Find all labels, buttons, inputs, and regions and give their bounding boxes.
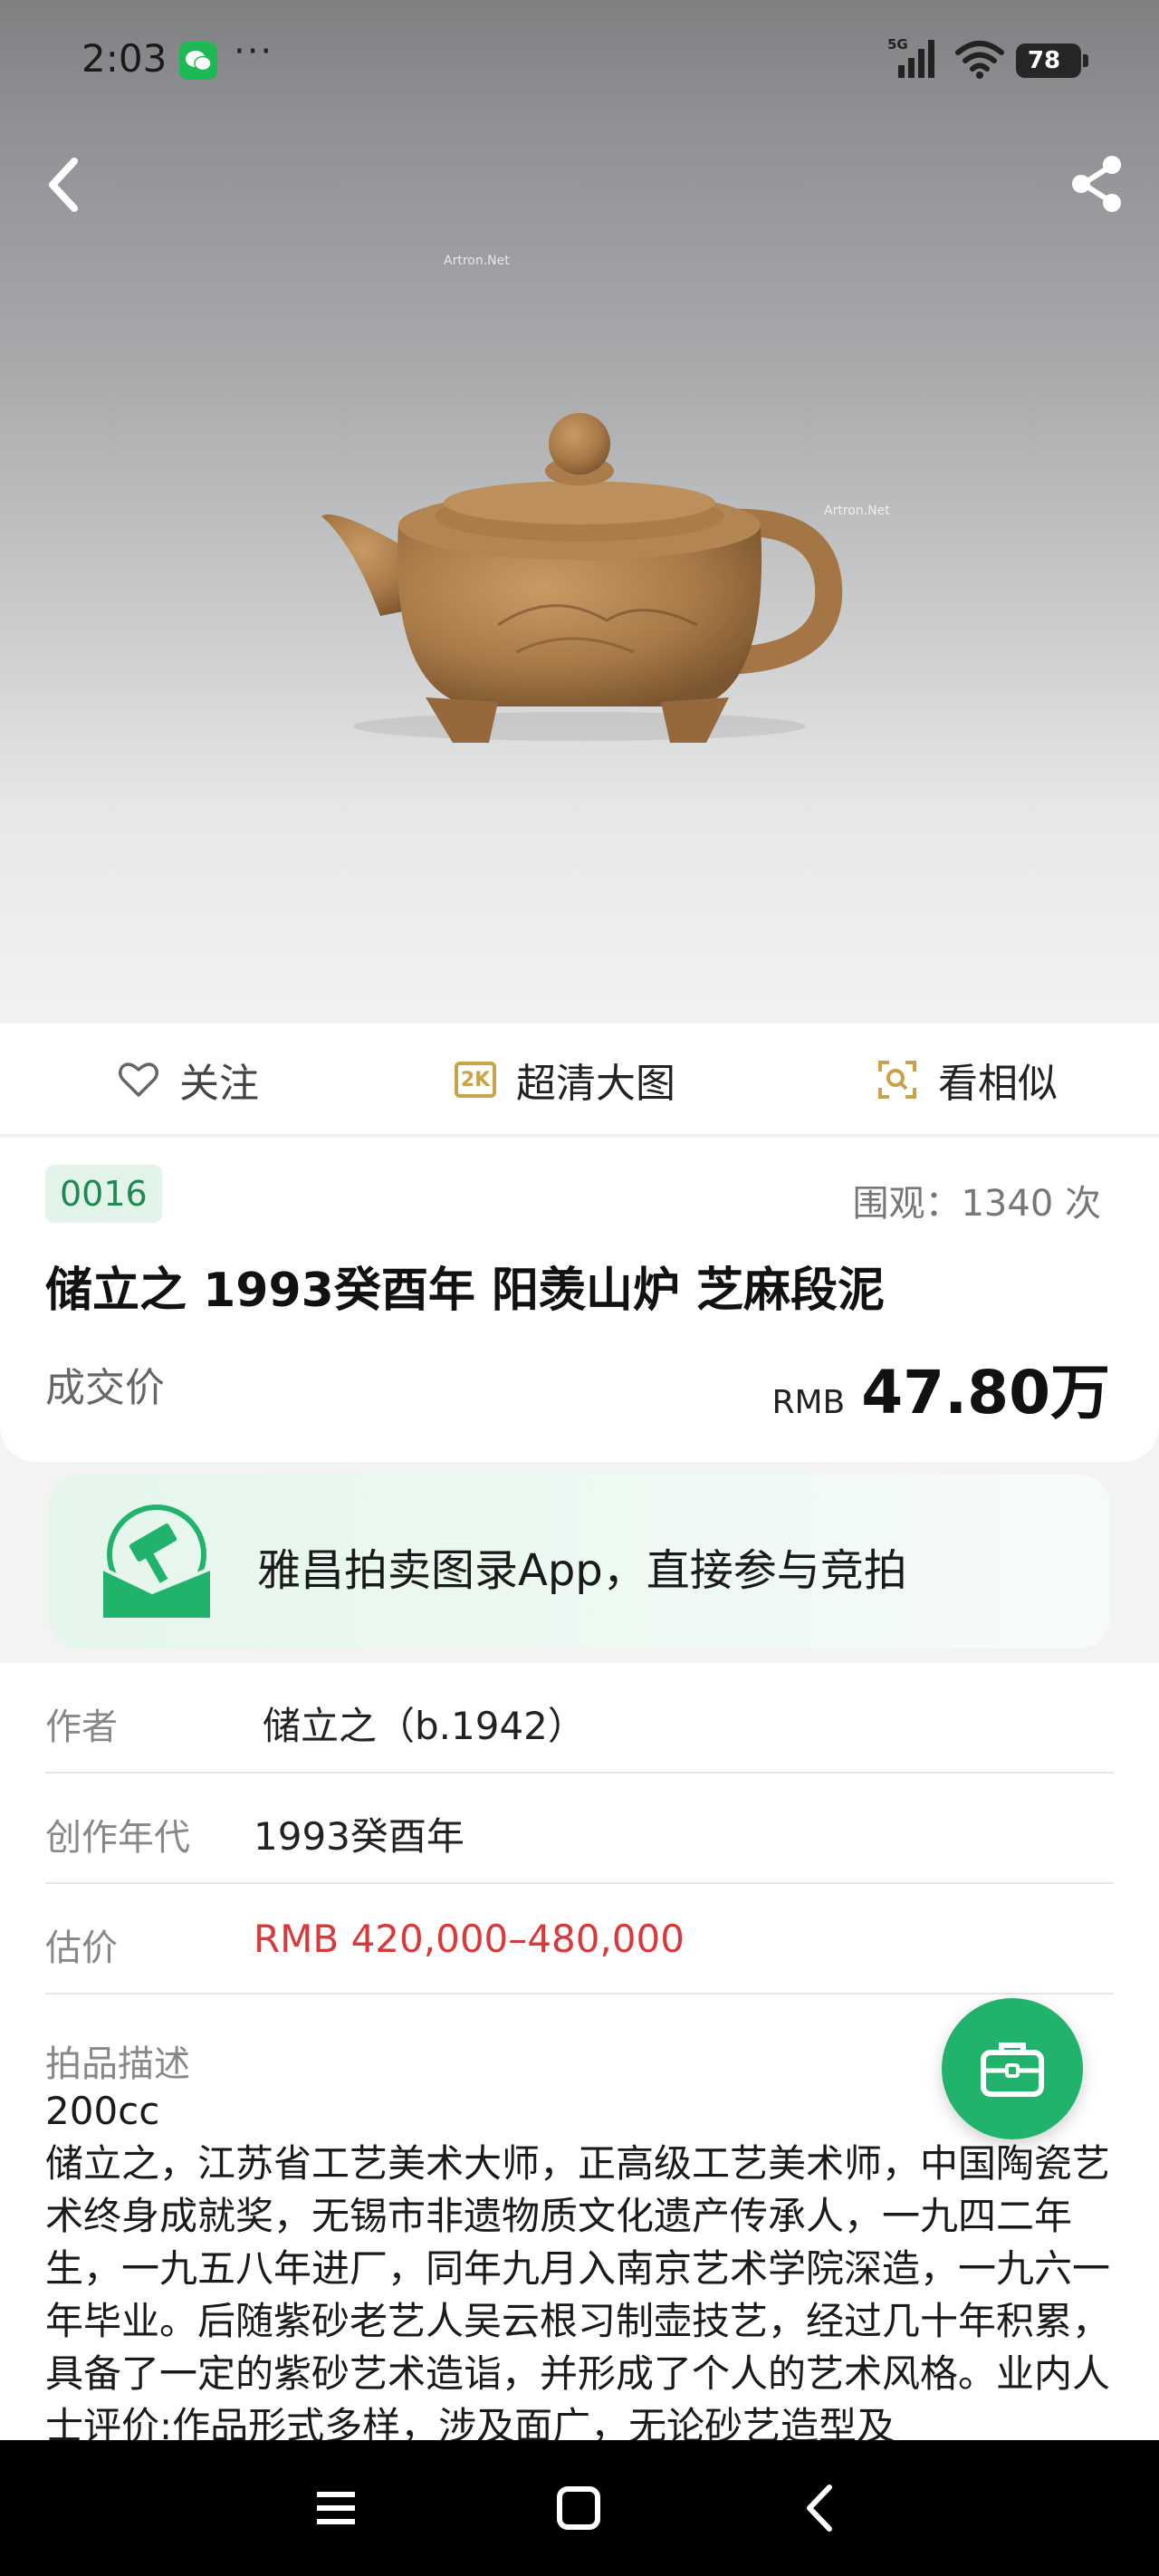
action-bar: 关注 2K 超清大图 看相似 [0, 1024, 1159, 1136]
briefcase-button[interactable] [942, 1998, 1083, 2139]
back-icon[interactable] [40, 154, 91, 216]
nav-back-icon[interactable] [790, 2476, 853, 2540]
teapot-photo [321, 413, 843, 743]
estimate-row: 估价 RMB 420,000–480,000 [45, 1884, 1114, 1994]
auction-lot-page: 2:03 ··· 5G 78 Artron.Net Artron.Net 关注 … [0, 0, 1159, 2576]
lot-info-card: 0016 围观：1340 次 储立之 1993癸酉年 阳羡山炉 芝麻段泥 成交价… [0, 1138, 1159, 1462]
year-value: 1993癸酉年 [254, 1814, 465, 1859]
lot-image[interactable]: 2:03 ··· 5G 78 Artron.Net Artron.Net [0, 0, 1159, 1024]
follow-button[interactable]: 关注 [118, 1024, 259, 1136]
deal-price-label: 成交价 [45, 1365, 165, 1411]
estimate-label: 估价 [45, 1927, 118, 1969]
year-row: 创作年代 1993癸酉年 [45, 1773, 1114, 1884]
home-icon[interactable] [547, 2476, 610, 2540]
share-icon[interactable] [1067, 154, 1126, 214]
deal-price: RMB 47.80万 [771, 1344, 1110, 1431]
author-label: 作者 [45, 1706, 118, 1748]
author-row: 作者 储立之（b.1942） [45, 1663, 1114, 1773]
description-label: 拍品描述 [45, 2043, 190, 2085]
wifi-icon [955, 41, 1004, 79]
system-nav-bar [0, 2440, 1159, 2576]
follow-label: 关注 [179, 1061, 259, 1107]
status-time: 2:03 [81, 36, 168, 81]
lot-title: 储立之 1993癸酉年 阳羡山炉 芝麻段泥 [45, 1264, 886, 1318]
year-label: 创作年代 [45, 1817, 190, 1859]
hd-image-button[interactable]: 2K 超清大图 [455, 1024, 675, 1136]
app-promo-banner[interactable]: 雅昌拍卖图录App，直接参与竞拍 [49, 1475, 1110, 1648]
status-bar: 2:03 ··· 5G 78 [0, 0, 1159, 127]
2k-icon: 2K [455, 1062, 496, 1098]
auction-logo-icon [102, 1504, 211, 1618]
wechat-icon [179, 42, 217, 80]
author-value[interactable]: 储立之（b.1942） [263, 1696, 586, 1751]
description-text: 200cc 储立之，江苏省工艺美术大师，正高级工艺美术师，中国陶瓷艺术终身成就奖… [45, 2085, 1114, 2453]
hd-image-label: 超清大图 [516, 1061, 675, 1107]
description-body: 储立之，江苏省工艺美术大师，正高级工艺美术师，中国陶瓷艺术终身成就奖，无锡市非遗… [45, 2141, 1111, 2448]
price-currency: RMB [771, 1384, 846, 1421]
view-count: 围观：1340 次 [852, 1183, 1101, 1225]
heart-icon [119, 1062, 158, 1097]
estimate-value: RMB 420,000–480,000 [254, 1917, 685, 1961]
status-more: ··· [234, 31, 274, 72]
signal-icon: 5G [887, 36, 934, 78]
briefcase-icon [981, 2043, 1044, 2097]
battery-indicator: 78 [1016, 43, 1088, 78]
banner-text: 雅昌拍卖图录App，直接参与竞拍 [257, 1545, 907, 1596]
menu-icon[interactable] [304, 2476, 368, 2540]
network-label: 5G [887, 36, 908, 53]
watermark: Artron.Net [444, 254, 510, 268]
view-similar-label: 看相似 [938, 1061, 1058, 1107]
scan-similar-icon [878, 1061, 916, 1099]
lot-number-badge: 0016 [45, 1165, 162, 1223]
view-similar-button[interactable]: 看相似 [876, 1024, 1058, 1136]
price-value: 47.80万 [861, 1358, 1110, 1427]
